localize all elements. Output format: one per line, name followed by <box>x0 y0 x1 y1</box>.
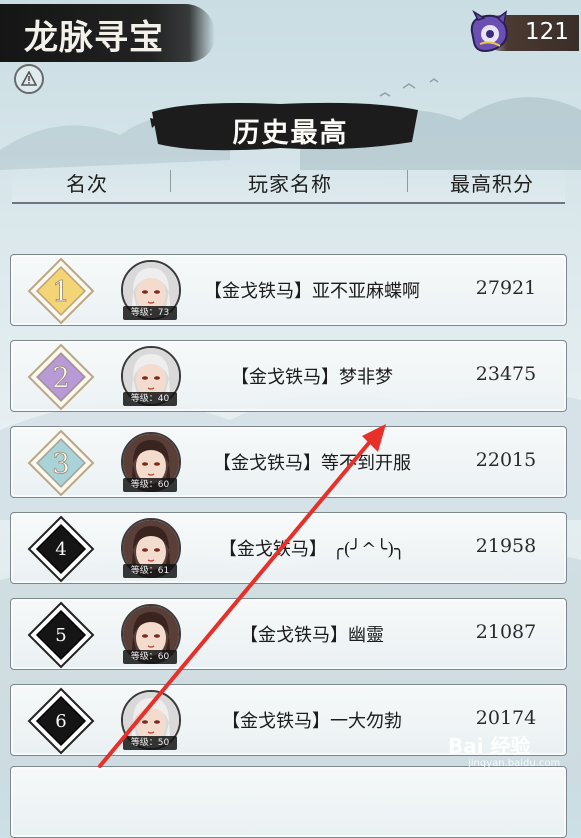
watermark-brand: Bai 经验 <box>448 734 531 758</box>
player-name: 【金戈铁马】一大勿勃 <box>222 711 402 732</box>
table-row[interactable]: 5 等级：60 【金戈铁马】幽靈 21087 <box>10 598 567 670</box>
rank-number: 3 <box>52 447 70 480</box>
table-row-partial[interactable] <box>10 766 567 838</box>
player-level: 等级：73 <box>123 306 177 320</box>
player-score: 27921 <box>475 277 537 299</box>
player-score: 20174 <box>475 707 537 729</box>
column-divider <box>170 170 171 192</box>
rank-number: 5 <box>55 625 66 646</box>
player-level: 等级：40 <box>123 392 177 406</box>
rank-badge-black: 5 <box>27 601 95 669</box>
rank-number: 1 <box>52 275 70 308</box>
rank-badge-teal: 3 <box>27 429 95 497</box>
player-name: 【金戈铁马】 ╭(╯^╰)╮ <box>218 539 406 560</box>
game-title: 龙脉寻宝 <box>24 18 164 58</box>
player-name: 【金戈铁马】亚不亚麻蝶啊 <box>204 281 420 302</box>
watermark-url: jingyan.baidu.com <box>468 758 561 769</box>
section-title: 历史最高 <box>232 118 349 149</box>
player-name: 【金戈铁马】等不到开服 <box>213 453 411 474</box>
column-score: 最高积分 <box>450 172 534 196</box>
table-row[interactable]: 1 等级：73 【金戈铁马】亚不亚麻蝶啊 27921 <box>10 254 567 326</box>
player-name: 【金戈铁马】幽靈 <box>240 625 384 646</box>
table-row[interactable]: 3 等级：60 【金戈铁马】等不到开服 22015 <box>10 426 567 498</box>
player-level: 等级：61 <box>123 564 177 578</box>
player-level: 等级：60 <box>123 650 177 664</box>
purple-spirit-icon <box>470 10 508 52</box>
player-score: 21087 <box>475 621 537 643</box>
exclamation-icon <box>21 71 37 86</box>
column-rank: 名次 <box>66 172 108 196</box>
info-button[interactable] <box>14 64 44 94</box>
column-player: 玩家名称 <box>248 172 332 196</box>
column-divider <box>407 170 408 192</box>
player-level: 等级：60 <box>123 478 177 492</box>
rank-badge-gold: 1 <box>27 257 95 325</box>
rank-badge-black: 4 <box>27 515 95 583</box>
player-score: 21958 <box>475 535 537 557</box>
rank-number: 4 <box>55 539 66 560</box>
player-score: 23475 <box>475 363 537 385</box>
currency-count: 121 <box>525 19 569 45</box>
player-level: 等级：50 <box>123 736 177 750</box>
rank-badge-purple: 2 <box>27 343 95 411</box>
table-row[interactable]: 2 等级：40 【金戈铁马】梦非梦 23475 <box>10 340 567 412</box>
player-score: 22015 <box>475 449 537 471</box>
rank-badge-black: 6 <box>27 687 95 755</box>
rank-number: 2 <box>52 361 70 394</box>
rank-number: 6 <box>55 711 66 732</box>
player-name: 【金戈铁马】梦非梦 <box>231 367 393 388</box>
table-row[interactable]: 4 等级：61 【金戈铁马】 ╭(╯^╰)╮ 21958 <box>10 512 567 584</box>
